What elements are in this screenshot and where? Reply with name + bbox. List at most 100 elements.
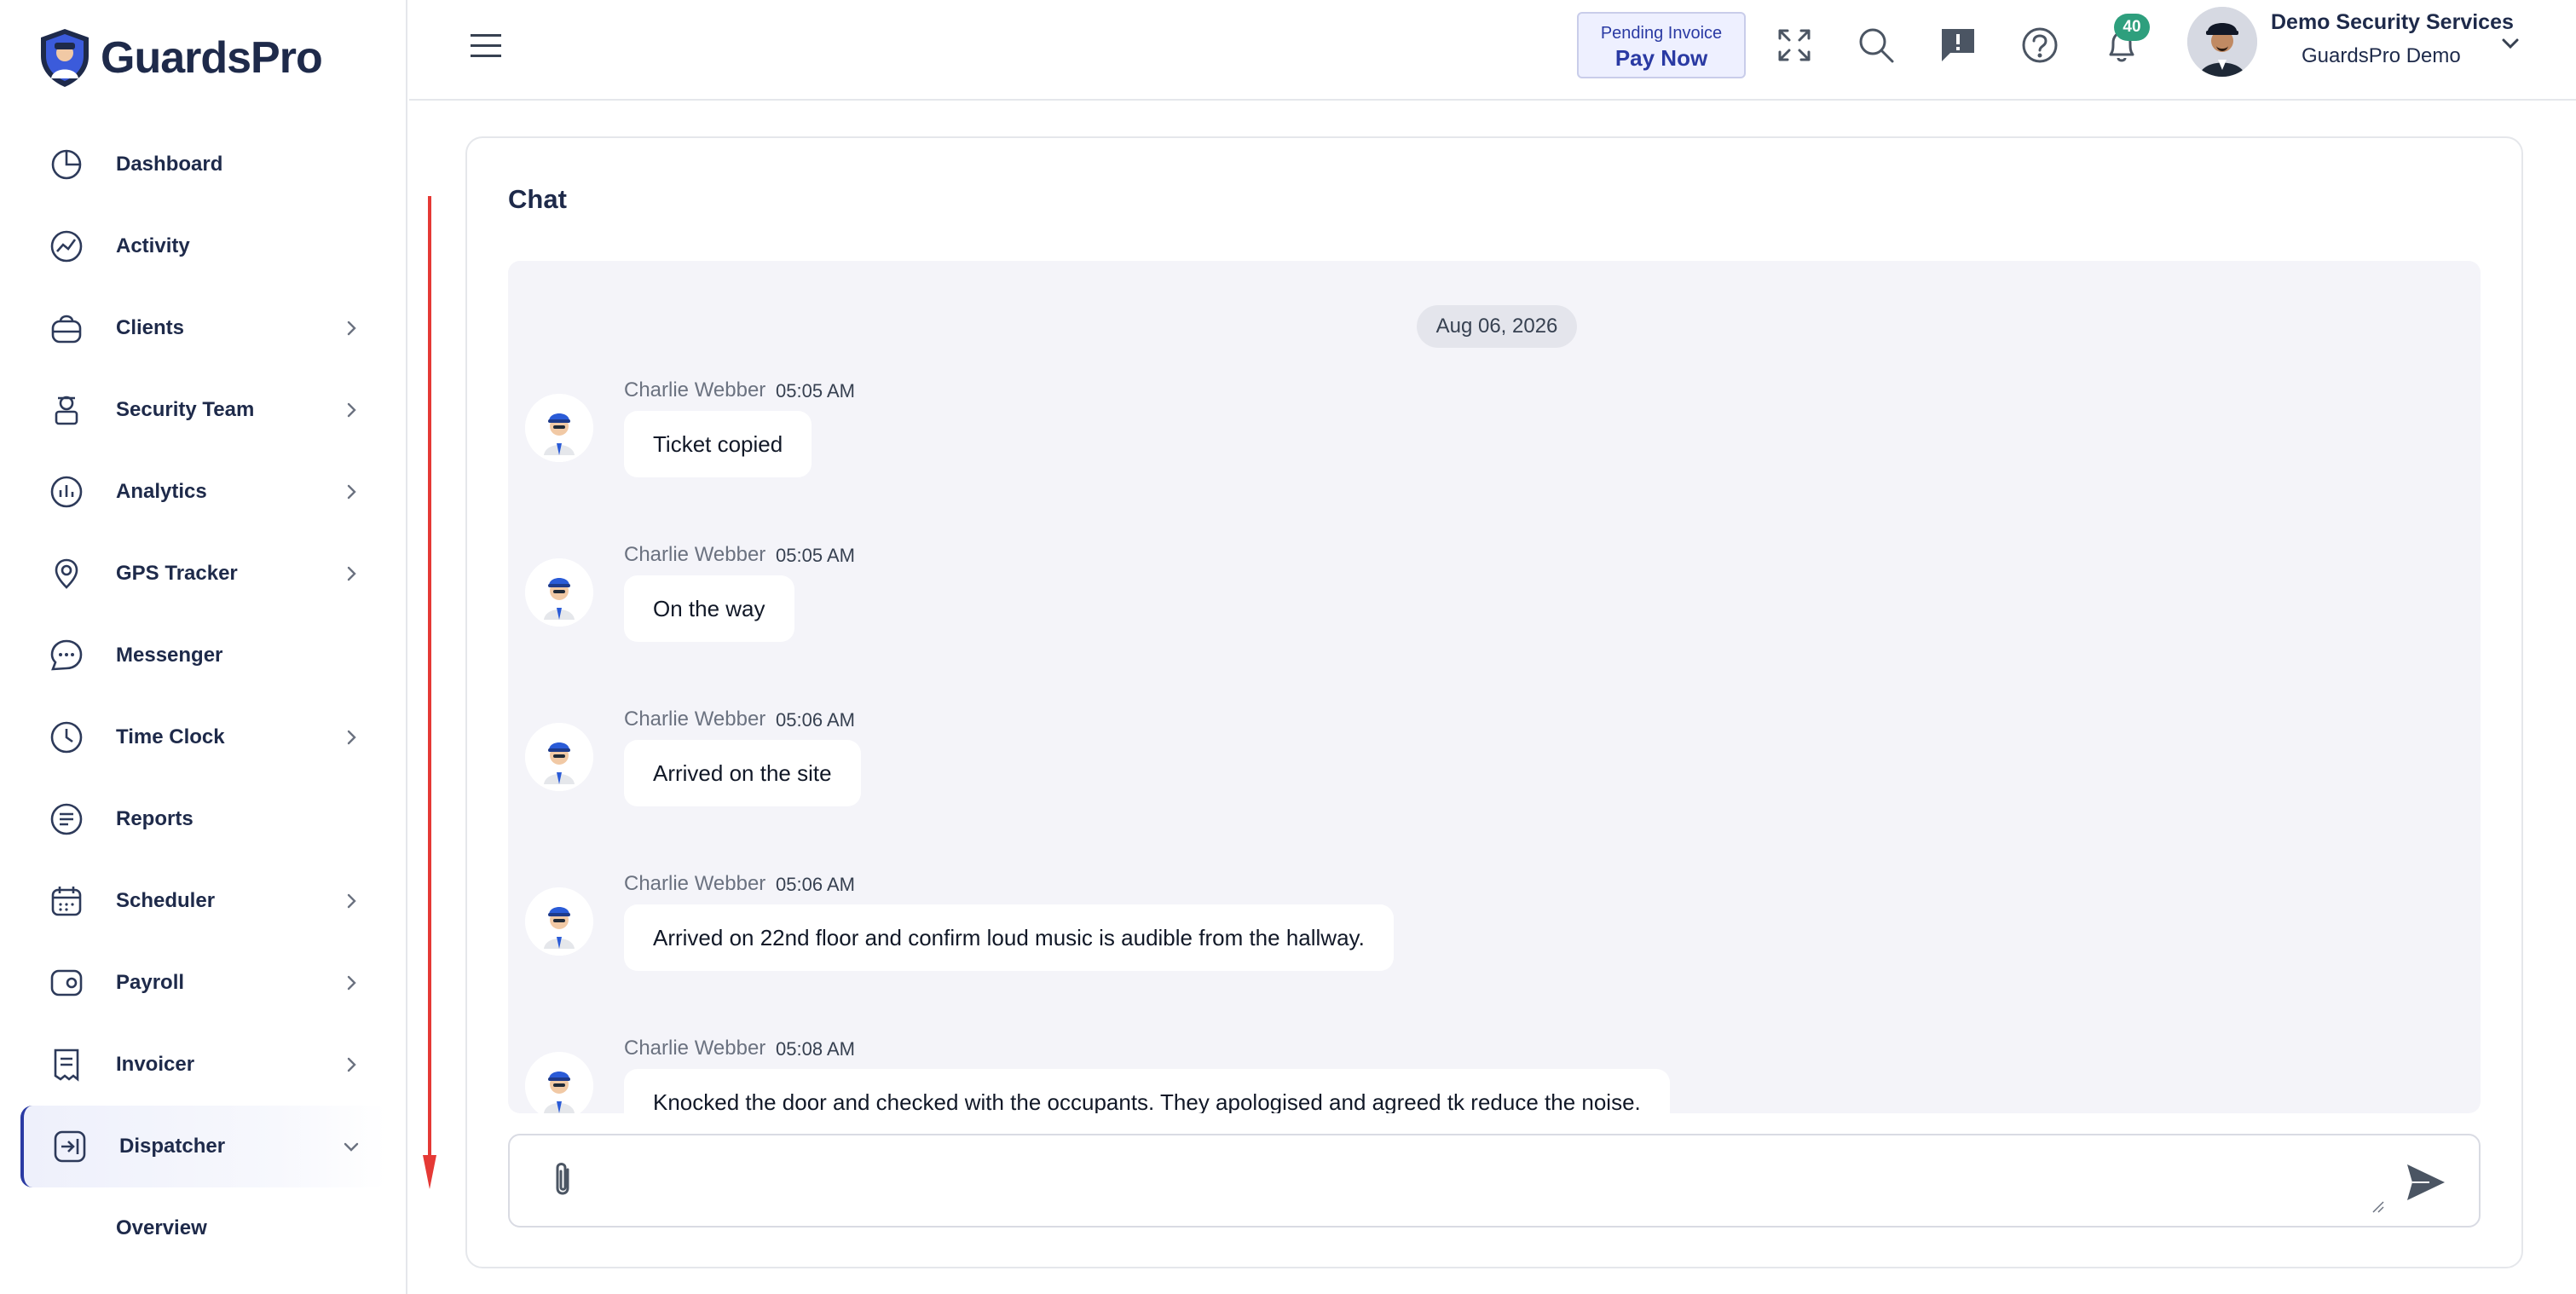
- message-bubble: Knocked the door and checked with the oc…: [624, 1069, 1670, 1113]
- sidebar-item-payroll[interactable]: Payroll: [20, 942, 387, 1024]
- sidebar-item-label: GPS Tracker: [116, 562, 238, 585]
- chat-messages-area[interactable]: Aug 06, 2026 Charlie Webber 05:05 AM Ticke…: [508, 261, 2481, 1113]
- pay-now-label: Pay Now: [1614, 45, 1708, 71]
- invoice-icon: [54, 1048, 79, 1082]
- sender-avatar[interactable]: [525, 558, 593, 627]
- notification-count-badge: 40: [2114, 14, 2150, 41]
- chat-message: Charlie Webber 05:06 AM Arrived on 22nd fl…: [525, 872, 2469, 1036]
- sidebar-item-label: Reports: [116, 807, 193, 830]
- sidebar-item-label: Activity: [116, 234, 190, 257]
- calendar-icon: [51, 887, 82, 916]
- chevron-right-icon[interactable]: [341, 973, 361, 993]
- sidebar-item-gps-tracker[interactable]: GPS Tracker: [20, 533, 387, 615]
- sender-avatar[interactable]: [525, 394, 593, 462]
- app-root: GuardsPro Dashboard Activity Clients Securi…: [0, 0, 2576, 1294]
- activity-icon: [50, 230, 83, 263]
- chevron-right-icon[interactable]: [341, 482, 361, 502]
- sender-name: Charlie Webber: [624, 872, 766, 895]
- chevron-right-icon[interactable]: [341, 727, 361, 748]
- chat-card: Chat Aug 06, 2026 Charlie Webber 05:05 AM…: [465, 136, 2523, 1268]
- search-icon[interactable]: [1855, 24, 1897, 66]
- clock-icon: [50, 721, 83, 754]
- chevron-right-icon[interactable]: [341, 1054, 361, 1075]
- message-time: 05:06 AM: [776, 709, 855, 731]
- hamburger-menu-icon[interactable]: [467, 31, 505, 61]
- resize-grip-icon[interactable]: [2370, 1199, 2385, 1214]
- date-separator: Aug 06, 2026: [1417, 305, 1577, 348]
- sidebar-item-dashboard[interactable]: Dashboard: [20, 124, 387, 205]
- sidebar-nav: Dashboard Activity Clients Security Team Ana…: [20, 124, 387, 1269]
- sidebar-item-label: Payroll: [116, 971, 185, 994]
- chat-message: Charlie Webber 05:05 AM Ticket copied: [525, 378, 2469, 542]
- analytics-icon: [50, 476, 83, 508]
- chat-message: Charlie Webber 05:06 AM Arrived on the sit…: [525, 708, 2469, 871]
- guard-avatar-icon: [525, 394, 593, 462]
- guard-avatar-icon: [525, 723, 593, 791]
- user-avatar[interactable]: [2187, 7, 2257, 77]
- sidebar-item-label: Messenger: [116, 644, 223, 667]
- sidebar-item-activity[interactable]: Activity: [20, 205, 387, 287]
- user-name: Demo Security Services: [2271, 10, 2514, 34]
- sidebar-item-reports[interactable]: Reports: [20, 778, 387, 860]
- sidebar-item-label: Analytics: [116, 480, 207, 503]
- attachment-paperclip-icon[interactable]: [544, 1159, 581, 1202]
- sender-name: Charlie Webber: [624, 708, 766, 731]
- sender-avatar[interactable]: [525, 723, 593, 791]
- sidebar-item-security-team[interactable]: Security Team: [20, 369, 387, 451]
- message-time: 05:05 AM: [776, 380, 855, 401]
- pending-invoice-label: Pending Invoice: [1600, 24, 1723, 43]
- message-time: 05:08 AM: [776, 1038, 855, 1060]
- brand-logo[interactable]: GuardsPro: [38, 27, 323, 89]
- sidebar-subitem-overview[interactable]: Overview: [20, 1187, 387, 1269]
- sidebar-item-invoicer[interactable]: Invoicer: [20, 1024, 387, 1106]
- chevron-right-icon[interactable]: [341, 563, 361, 584]
- brand-name: GuardsPro: [101, 33, 323, 83]
- sidebar-item-label: Time Clock: [116, 725, 225, 748]
- sidebar-item-time-clock[interactable]: Time Clock: [20, 696, 387, 778]
- reports-icon: [50, 803, 83, 835]
- user-organization: GuardsPro Demo: [2302, 44, 2461, 67]
- message-time: 05:05 AM: [776, 545, 855, 566]
- sidebar: GuardsPro Dashboard Activity Clients Securi…: [0, 0, 436, 1294]
- sidebar-item-label: Scheduler: [116, 889, 216, 912]
- sidebar-item-scheduler[interactable]: Scheduler: [20, 860, 387, 942]
- chevron-down-icon[interactable]: [2499, 32, 2521, 55]
- fullscreen-icon[interactable]: [1773, 24, 1816, 66]
- feedback-icon[interactable]: [1937, 24, 1979, 66]
- sender-name: Charlie Webber: [624, 378, 766, 401]
- chevron-right-icon[interactable]: [341, 318, 361, 338]
- top-bar: Pending Invoice Pay Now 40 Demo Security…: [409, 0, 2576, 101]
- message-input[interactable]: [604, 1151, 2359, 1214]
- chevron-right-icon[interactable]: [341, 400, 361, 420]
- sidebar-item-label: Security Team: [116, 398, 255, 421]
- dashboard-icon: [51, 149, 82, 180]
- sender-name: Charlie Webber: [624, 543, 766, 566]
- sidebar-item-label: Dashboard: [116, 153, 223, 176]
- sender-avatar[interactable]: [525, 887, 593, 956]
- guard-avatar-icon: [525, 887, 593, 956]
- chevron-right-icon[interactable]: [341, 891, 361, 911]
- sidebar-item-label: Dispatcher: [119, 1135, 226, 1158]
- sidebar-item-dispatcher[interactable]: Dispatcher: [20, 1106, 387, 1187]
- pay-now-button[interactable]: Pending Invoice Pay Now: [1577, 12, 1746, 78]
- message-bubble: Ticket copied: [624, 411, 812, 477]
- send-icon[interactable]: [2404, 1161, 2448, 1204]
- guard-avatar-icon: [525, 558, 593, 627]
- message-bubble: On the way: [624, 575, 794, 642]
- sender-name: Charlie Webber: [624, 1037, 766, 1060]
- sidebar-item-clients[interactable]: Clients: [20, 287, 387, 369]
- sender-avatar[interactable]: [525, 1052, 593, 1113]
- security-team-icon: [55, 396, 78, 425]
- help-icon[interactable]: [2019, 24, 2061, 66]
- sidebar-item-messenger[interactable]: Messenger: [20, 615, 387, 696]
- sidebar-item-label: Invoicer: [116, 1053, 195, 1076]
- sidebar-subitem-label: Overview: [116, 1216, 207, 1239]
- chevron-down-icon[interactable]: [341, 1136, 361, 1157]
- message-bubble: Arrived on 22nd floor and confirm loud m…: [624, 904, 1394, 971]
- shield-logo-icon: [41, 29, 89, 87]
- dispatcher-icon: [54, 1130, 86, 1163]
- gps-icon: [55, 558, 78, 589]
- message-composer: [508, 1134, 2481, 1228]
- sidebar-item-analytics[interactable]: Analytics: [20, 451, 387, 533]
- chat-message: Charlie Webber 05:05 AM On the way: [525, 543, 2469, 707]
